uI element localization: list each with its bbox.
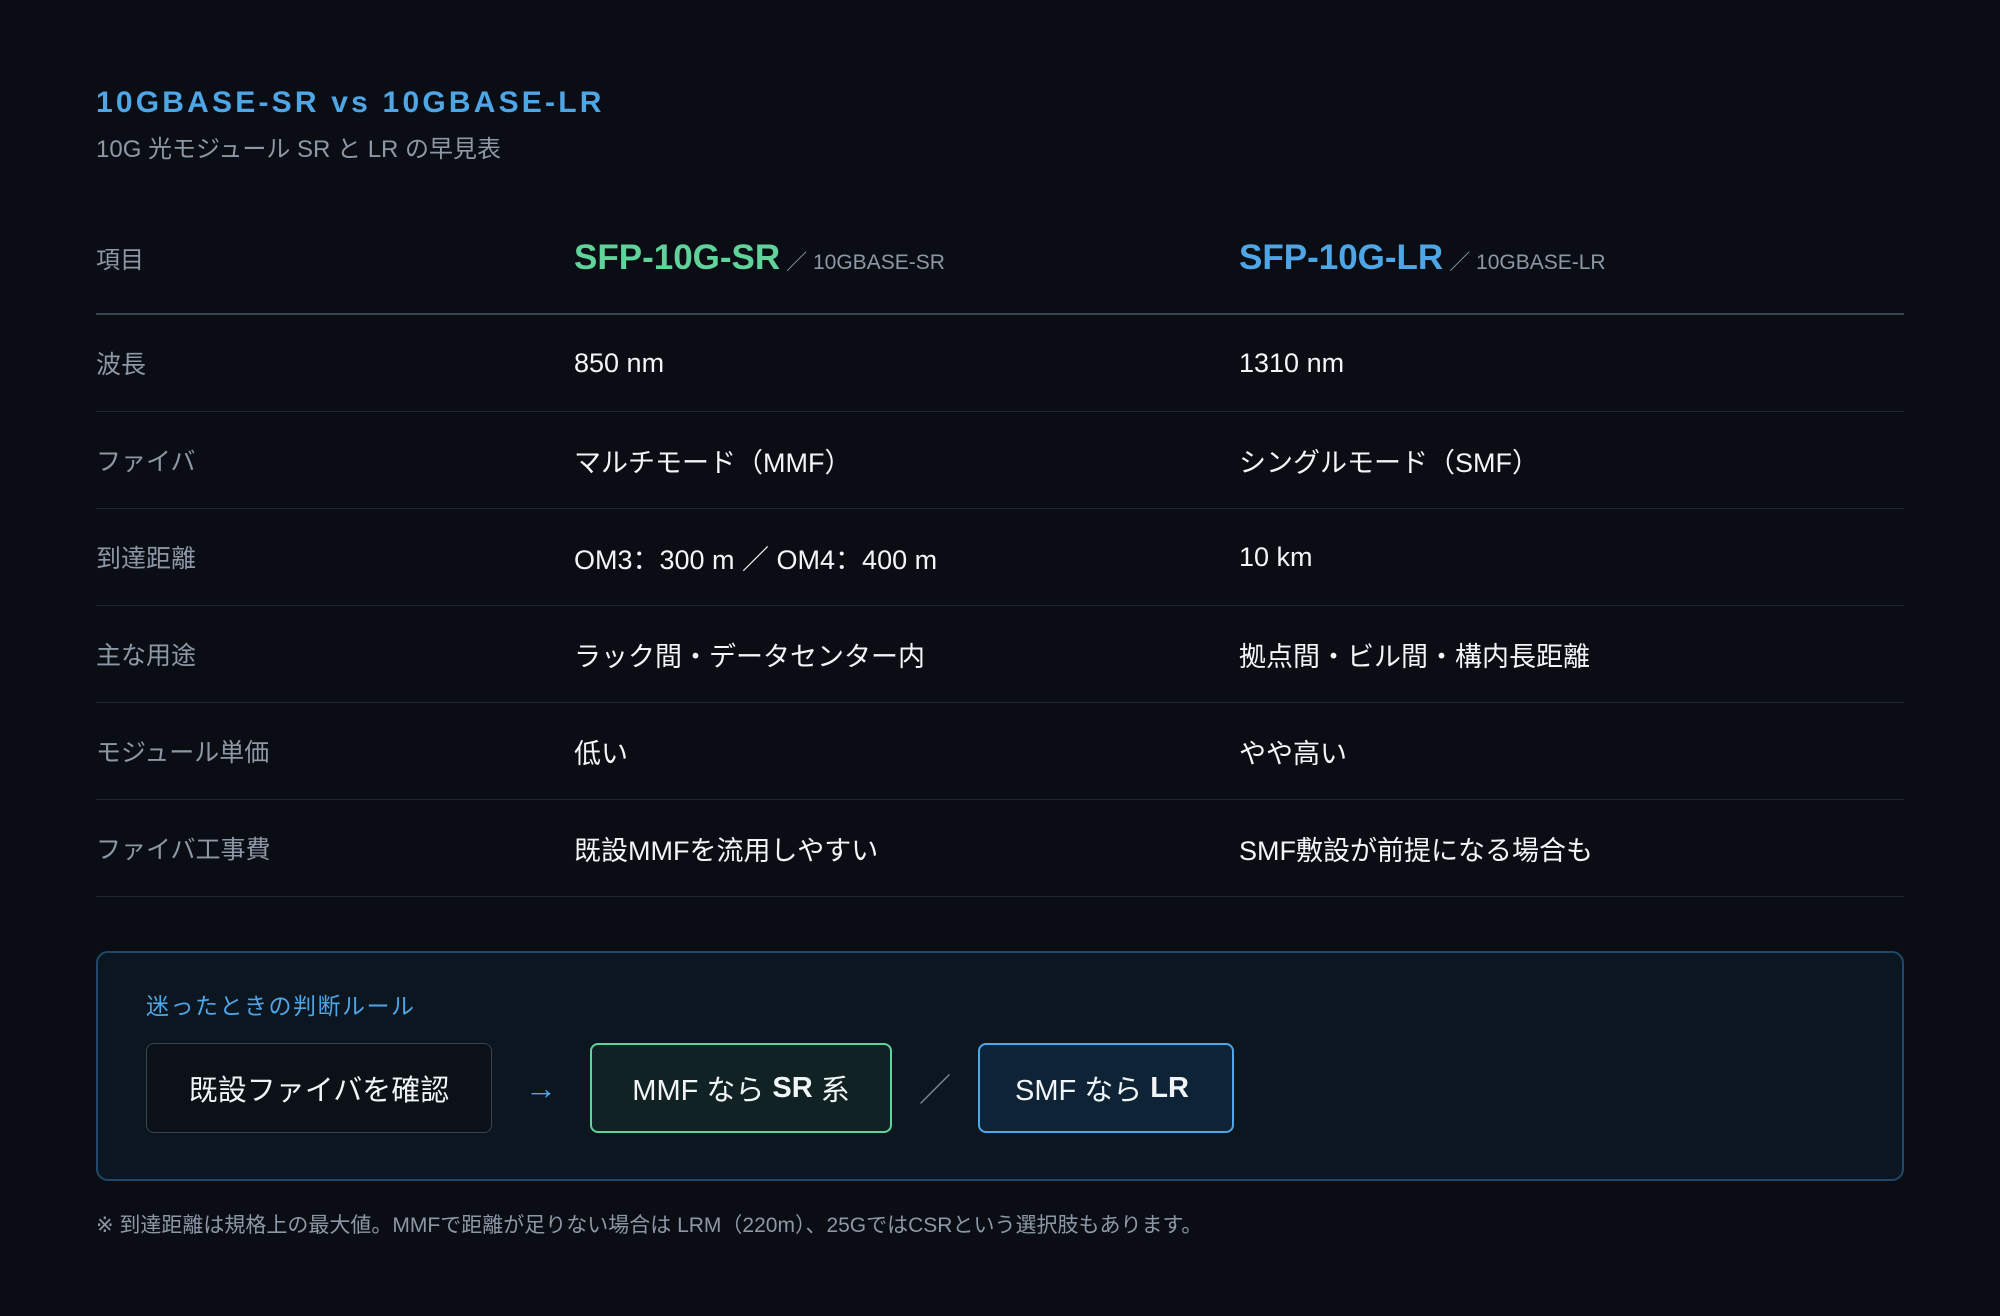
sr-standard: ／ 10GBASE-SR bbox=[786, 250, 945, 274]
smf-lr-box: SMF なら LR bbox=[978, 1043, 1234, 1133]
row-label: ファイバ工事費 bbox=[96, 836, 271, 864]
footnote: ※ 到達距離は規格上の最大値。MMFで距離が足りない場合は LRM（220m）、… bbox=[96, 1214, 1203, 1237]
arrow-right-icon: → bbox=[525, 1069, 557, 1106]
row-label: 波長 bbox=[96, 351, 147, 379]
row-label: ファイバ bbox=[96, 448, 196, 476]
page-title: 10GBASE-SR vs 10GBASE-LR bbox=[96, 86, 605, 119]
mmf-sr-prefix: MMF なら bbox=[632, 1075, 765, 1107]
slash-separator: ／ bbox=[918, 1072, 951, 1108]
decision-rule-title: 迷ったときの判断ルール bbox=[146, 993, 416, 1019]
lr-value: やや高い bbox=[1239, 738, 1347, 769]
row-label: 主な用途 bbox=[96, 642, 197, 670]
decision-rule-panel: 迷ったときの判断ルール 既設ファイバを確認 → MMF なら SR 系 ／ SM… bbox=[96, 951, 1904, 1181]
lr-standard: ／ 10GBASE-LR bbox=[1449, 250, 1606, 274]
smf-lr-prefix: SMF なら bbox=[1015, 1075, 1143, 1107]
sr-value: 既設MMFを流用しやすい bbox=[574, 835, 879, 866]
lr-value: SMF敷設が前提になる場合も bbox=[1239, 835, 1593, 866]
table-header-row: 項目 SFP-10G-SR ／ 10GBASE-SR SFP-10G-LR ／ 10… bbox=[96, 202, 1904, 315]
lr-value: 1310 nm bbox=[1239, 347, 1345, 378]
comparison-table: 項目 SFP-10G-SR ／ 10GBASE-SR SFP-10G-LR ／ 10… bbox=[96, 202, 1904, 897]
sr-value: OM3：300 m ／ OM4：400 m bbox=[574, 544, 938, 575]
mmf-sr-strong: SR bbox=[772, 1071, 813, 1104]
row-label: 到達距離 bbox=[96, 545, 197, 573]
sr-value: 850 nm bbox=[574, 347, 665, 378]
sr-value: マルチモード（MMF） bbox=[574, 447, 852, 478]
sr-product-name: SFP-10G-SR bbox=[574, 237, 781, 277]
table-row-wavelength: 波長 850 nm 1310 nm bbox=[96, 315, 1904, 412]
header-item-label: 項目 bbox=[96, 247, 144, 274]
check-fiber-box: 既設ファイバを確認 bbox=[146, 1043, 492, 1133]
mmf-sr-suffix: 系 bbox=[820, 1075, 850, 1107]
table-row-reach: 到達距離 OM3：300 m ／ OM4：400 m 10 km bbox=[96, 509, 1904, 606]
table-row-fiber-cost: ファイバ工事費 既設MMFを流用しやすい SMF敷設が前提になる場合も bbox=[96, 800, 1904, 897]
row-label: モジュール単価 bbox=[96, 739, 270, 767]
page-subtitle: 10G 光モジュール SR と LR の早見表 bbox=[96, 136, 502, 163]
lr-product-name: SFP-10G-LR bbox=[1239, 237, 1444, 277]
header-sr: SFP-10G-SR ／ 10GBASE-SR bbox=[574, 238, 1239, 278]
table-row-use-case: 主な用途 ラック間・データセンター内 拠点間・ビル間・構内長距離 bbox=[96, 606, 1904, 703]
decision-flow: 既設ファイバを確認 → MMF なら SR 系 ／ SMF なら LR bbox=[146, 1043, 1854, 1133]
lr-value: 拠点間・ビル間・構内長距離 bbox=[1239, 641, 1590, 672]
header-lr: SFP-10G-LR ／ 10GBASE-LR bbox=[1239, 238, 1904, 278]
mmf-sr-box: MMF なら SR 系 bbox=[590, 1043, 892, 1133]
smf-lr-strong: LR bbox=[1150, 1071, 1189, 1104]
lr-value: 10 km bbox=[1239, 541, 1313, 572]
table-row-fiber: ファイバ マルチモード（MMF） シングルモード（SMF） bbox=[96, 412, 1904, 509]
table-row-module-price: モジュール単価 低い やや高い bbox=[96, 703, 1904, 800]
lr-value: シングルモード（SMF） bbox=[1239, 447, 1539, 478]
sr-value: ラック間・データセンター内 bbox=[574, 641, 925, 672]
sr-value: 低い bbox=[574, 738, 628, 769]
page: 10GBASE-SR vs 10GBASE-LR 10G 光モジュール SR と… bbox=[0, 0, 2000, 1316]
